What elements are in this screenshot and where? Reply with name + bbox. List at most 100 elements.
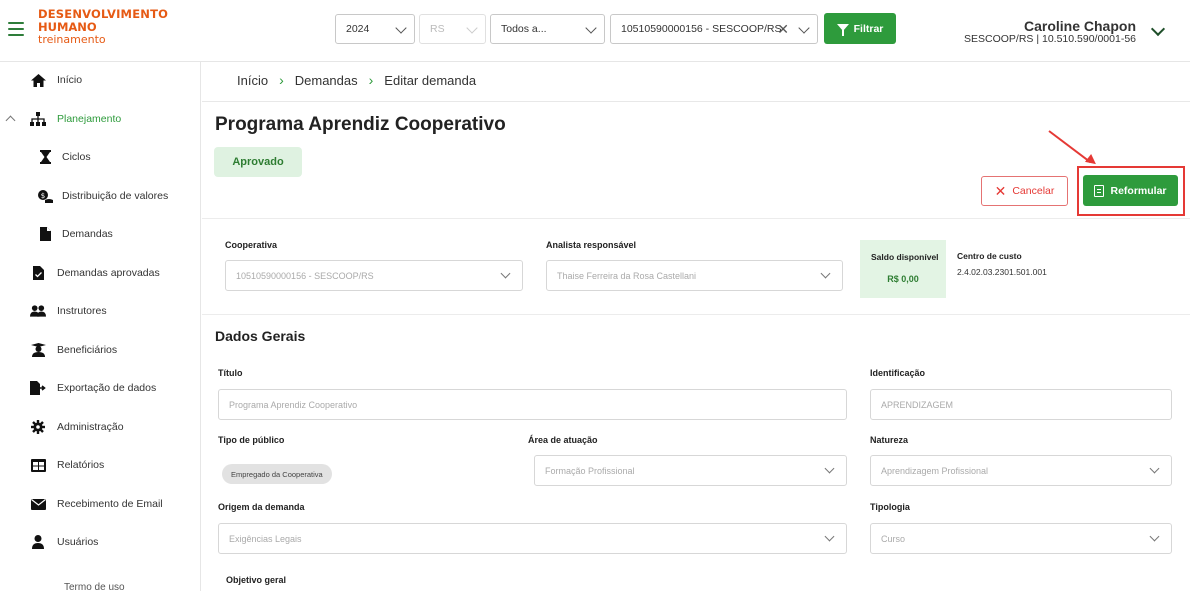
origem-label: Origem da demanda bbox=[218, 502, 305, 512]
page-title: Programa Aprendiz Cooperativo bbox=[215, 114, 506, 135]
sidebar-item-label: Demandas aprovadas bbox=[57, 267, 160, 279]
chevron-right-icon: › bbox=[368, 72, 374, 88]
chevron-down-icon bbox=[1149, 531, 1160, 542]
menu-icon[interactable] bbox=[8, 22, 24, 36]
divider bbox=[202, 314, 1190, 315]
natureza-value: Aprendizagem Profissional bbox=[881, 465, 989, 476]
analista-label: Analista responsável bbox=[546, 240, 637, 250]
funnel-icon bbox=[836, 24, 849, 36]
filter-button-label: Filtrar bbox=[853, 22, 884, 35]
sidebar-item-ciclos[interactable]: Ciclos bbox=[0, 142, 200, 172]
publico-chip[interactable]: Empregado da Cooperativa bbox=[222, 464, 332, 484]
cooperative-select[interactable]: 10510590000156 - SESCOOP/RS ✕ bbox=[610, 14, 818, 44]
chevron-down-icon bbox=[395, 22, 407, 34]
chevron-up-icon bbox=[5, 115, 16, 126]
state-select-value: RS bbox=[430, 23, 445, 35]
chevron-down-icon bbox=[824, 463, 835, 474]
section-title: Dados Gerais bbox=[215, 328, 306, 344]
sidebar-item-distribuicao[interactable]: $ Distribuição de valores bbox=[0, 181, 200, 211]
file-export-icon bbox=[30, 380, 46, 396]
breadcrumb-home[interactable]: Início bbox=[237, 73, 268, 88]
identificacao-value: APRENDIZAGEM bbox=[881, 399, 954, 410]
year-select[interactable]: 2024 bbox=[335, 14, 415, 44]
saldo-value: R$ 0,00 bbox=[887, 274, 919, 284]
sidebar-item-relatorios[interactable]: Relatórios bbox=[0, 450, 200, 480]
area-value: Formação Profissional bbox=[545, 465, 635, 476]
scope-select-value: Todos a... bbox=[501, 23, 547, 35]
user-org: SESCOOP/RS | 10.510.590/0001-56 bbox=[964, 32, 1136, 45]
sidebar-item-inicio[interactable]: Início bbox=[0, 65, 200, 95]
tipologia-label: Tipologia bbox=[870, 502, 910, 512]
document-icon bbox=[1094, 184, 1105, 197]
divider bbox=[202, 101, 1190, 102]
user-info: Caroline Chapon SESCOOP/RS | 10.510.590/… bbox=[964, 19, 1136, 45]
sidebar-item-beneficiarios[interactable]: Beneficiários bbox=[0, 335, 200, 365]
natureza-label: Natureza bbox=[870, 435, 909, 445]
sidebar-item-label: Exportação de dados bbox=[57, 382, 157, 394]
chevron-down-icon bbox=[585, 22, 597, 34]
tipologia-select[interactable]: Curso bbox=[870, 523, 1172, 554]
sidebar-item-demandas[interactable]: Demandas bbox=[0, 219, 200, 249]
sidebar-item-label: Recebimento de Email bbox=[57, 498, 163, 510]
sidebar-item-recebimento-email[interactable]: Recebimento de Email bbox=[0, 489, 200, 519]
scope-select[interactable]: Todos a... bbox=[490, 14, 605, 44]
users-icon bbox=[30, 303, 46, 319]
gear-icon bbox=[30, 419, 46, 435]
centro-custo-label: Centro de custo bbox=[957, 251, 1022, 261]
tipologia-value: Curso bbox=[881, 533, 906, 544]
money-hand-icon: $ bbox=[37, 188, 53, 204]
breadcrumb-current: Editar demanda bbox=[384, 72, 477, 88]
cooperativa-label: Cooperativa bbox=[225, 240, 278, 250]
table-icon bbox=[30, 457, 46, 473]
envelope-icon bbox=[30, 496, 46, 512]
filter-button[interactable]: Filtrar bbox=[824, 13, 896, 44]
divider bbox=[202, 218, 1190, 219]
chevron-down-icon bbox=[820, 268, 831, 279]
titulo-input[interactable]: Programa Aprendiz Cooperativo bbox=[218, 389, 847, 420]
sidebar-item-label: Ciclos bbox=[62, 151, 91, 163]
sidebar-item-label: Demandas bbox=[62, 228, 113, 240]
sidebar-item-label: Distribuição de valores bbox=[62, 190, 169, 202]
identificacao-input[interactable]: APRENDIZAGEM bbox=[870, 389, 1172, 420]
sidebar-item-label: Planejamento bbox=[57, 113, 122, 125]
terms-link[interactable]: Termo de uso bbox=[64, 582, 125, 593]
user-icon bbox=[30, 534, 46, 550]
cooperativa-value: 10510590000156 - SESCOOP/RS bbox=[236, 270, 374, 281]
logo-line-3: treinamento bbox=[38, 33, 106, 46]
sidebar-item-usuarios[interactable]: Usuários bbox=[0, 527, 200, 557]
close-icon: ✕ bbox=[994, 182, 1007, 199]
cooperative-select-value: 10510590000156 - SESCOOP/RS bbox=[621, 23, 782, 35]
breadcrumb-section[interactable]: Demandas bbox=[295, 73, 358, 88]
sidebar-item-label: Usuários bbox=[57, 536, 99, 548]
origem-select[interactable]: Exigências Legais bbox=[218, 523, 847, 554]
saldo-card: Saldo disponível R$ 0,00 bbox=[860, 240, 946, 298]
user-name: Caroline Chapon bbox=[1023, 18, 1136, 34]
sidebar-item-administracao[interactable]: Administração bbox=[0, 412, 200, 442]
reformular-button[interactable]: Reformular bbox=[1083, 175, 1178, 206]
analista-select[interactable]: Thaise Ferreira da Rosa Castellani bbox=[546, 260, 843, 291]
natureza-select[interactable]: Aprendizagem Profissional bbox=[870, 455, 1172, 486]
chevron-right-icon: › bbox=[279, 72, 284, 88]
logo-line-2: HUMANO bbox=[38, 19, 97, 34]
file-icon bbox=[37, 226, 53, 242]
sidebar-item-exportacao[interactable]: Exportação de dados bbox=[0, 373, 200, 403]
breadcrumb: Início › Demandas › Editar demanda bbox=[237, 72, 476, 88]
file-check-icon bbox=[30, 265, 46, 281]
reformular-button-label: Reformular bbox=[1110, 184, 1167, 197]
sidebar-item-planejamento[interactable]: Planejamento bbox=[0, 104, 200, 134]
cooperativa-select[interactable]: 10510590000156 - SESCOOP/RS bbox=[225, 260, 523, 291]
sidebar-item-demandas-aprovadas[interactable]: Demandas aprovadas bbox=[0, 258, 200, 288]
titulo-label: Título bbox=[218, 368, 243, 378]
area-select[interactable]: Formação Profissional bbox=[534, 455, 847, 486]
chevron-down-icon bbox=[466, 22, 478, 34]
objetivo-label: Objetivo geral bbox=[226, 575, 287, 585]
sidebar-item-label: Início bbox=[57, 74, 83, 86]
svg-text:$: $ bbox=[41, 192, 45, 200]
cancel-button-label: Cancelar bbox=[1012, 185, 1055, 197]
user-menu-chevron-icon[interactable] bbox=[1150, 21, 1166, 37]
clear-icon[interactable]: ✕ bbox=[777, 21, 789, 38]
app-logo[interactable]: DESENVOLVIMENTO HUMANO treinamento bbox=[38, 8, 168, 46]
sidebar-item-label: Administração bbox=[57, 421, 124, 433]
cancel-button[interactable]: ✕ Cancelar bbox=[981, 176, 1068, 206]
sidebar-item-instrutores[interactable]: Instrutores bbox=[0, 296, 200, 326]
